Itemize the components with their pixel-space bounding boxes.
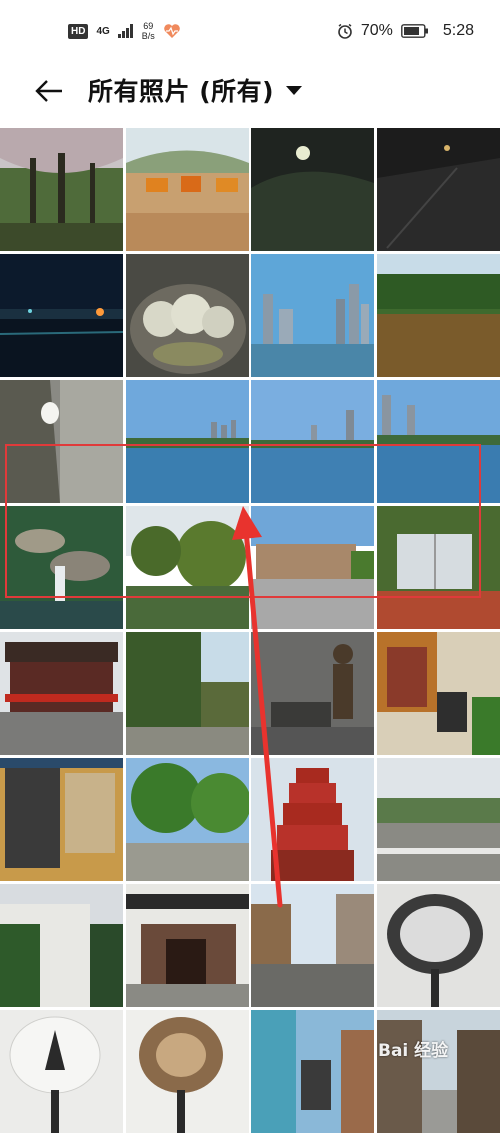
photo-tile[interactable] <box>0 506 123 629</box>
photo-tile[interactable] <box>251 758 375 881</box>
photo-tile[interactable] <box>251 632 375 755</box>
photo-tile[interactable] <box>0 884 123 1007</box>
photo-tile[interactable] <box>0 128 123 251</box>
photo-tile[interactable] <box>376 380 500 503</box>
watermark: Bai 经验 <box>378 1041 449 1061</box>
photo-tile[interactable] <box>0 254 123 377</box>
net-speed: 69 B/s <box>142 21 155 41</box>
photo-tile[interactable] <box>125 758 249 881</box>
photo-tile[interactable] <box>0 380 123 503</box>
status-left: HD 4G 69 B/s <box>68 21 181 41</box>
photo-tile[interactable] <box>251 884 375 1007</box>
page-title: 所有照片 (所有) <box>88 77 275 106</box>
battery-icon <box>400 24 428 38</box>
photo-tile[interactable] <box>251 506 375 629</box>
photo-tile[interactable] <box>125 380 249 503</box>
photo-tile[interactable] <box>0 758 123 881</box>
back-arrow-icon[interactable] <box>34 76 64 106</box>
photo-tile[interactable] <box>251 380 375 503</box>
photo-tile[interactable] <box>251 254 375 377</box>
net-speed-unit: B/s <box>141 31 155 41</box>
hd-badge: HD <box>68 23 89 39</box>
photo-tile[interactable] <box>125 632 249 755</box>
photo-tile[interactable] <box>125 128 249 251</box>
health-heart-icon <box>164 24 180 38</box>
photo-tile[interactable] <box>125 506 249 629</box>
photo-tile[interactable] <box>376 884 500 1007</box>
photo-tile[interactable] <box>125 1010 249 1133</box>
status-right: 70% 5:28 <box>337 22 474 40</box>
photo-tile[interactable] <box>376 506 500 629</box>
photo-tile[interactable] <box>376 632 500 755</box>
network-type: 4G <box>96 25 110 37</box>
photo-tile[interactable] <box>376 758 500 881</box>
clock: 5:28 <box>442 22 474 39</box>
photo-tile[interactable] <box>376 254 500 377</box>
photo-tile[interactable] <box>376 1010 500 1133</box>
battery-percent: 70% <box>360 22 393 39</box>
photo-tile[interactable] <box>0 632 123 755</box>
album-selector[interactable]: 所有照片 (所有) <box>88 72 303 108</box>
net-speed-value: 69 <box>143 21 154 31</box>
photo-tile[interactable] <box>125 884 249 1007</box>
photo-grid <box>0 128 500 1133</box>
photo-tile[interactable] <box>376 128 500 251</box>
photo-tile[interactable] <box>0 1010 123 1133</box>
photo-tile[interactable] <box>251 1010 375 1133</box>
alarm-icon <box>338 23 352 39</box>
dropdown-triangle-icon <box>286 85 303 95</box>
signal-icon <box>117 24 133 38</box>
photo-tile[interactable] <box>251 128 375 251</box>
header: 所有照片 (所有) <box>0 62 500 120</box>
photo-tile[interactable] <box>125 254 249 377</box>
status-bar: HD 4G 69 B/s 70% 5:28 <box>0 0 500 62</box>
